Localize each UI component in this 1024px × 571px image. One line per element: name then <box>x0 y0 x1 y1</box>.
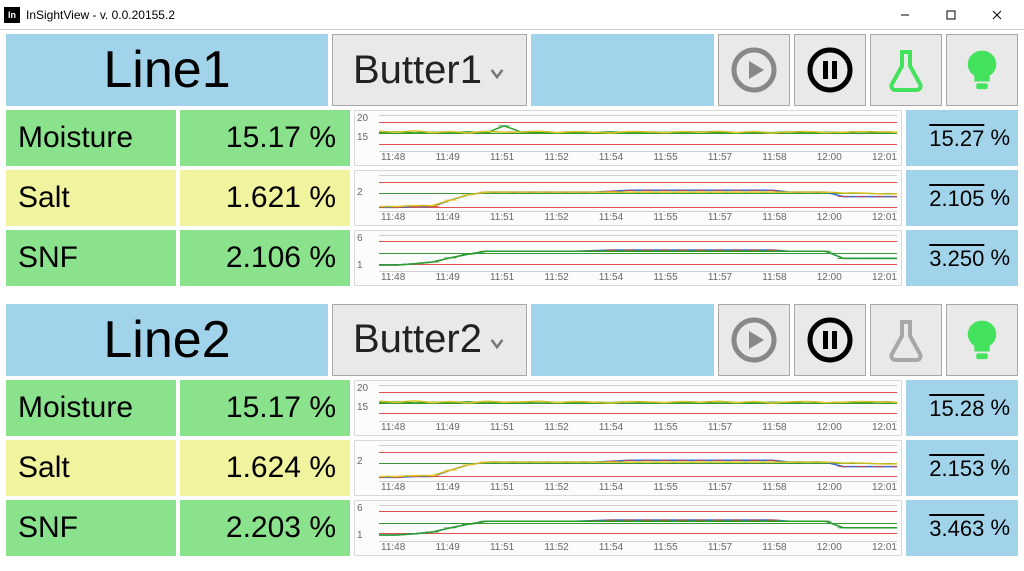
line1-snf-label: SNF <box>6 230 176 286</box>
line1-play-button[interactable] <box>718 34 790 106</box>
line2-salt-row: Salt 1.624 % 211:4811:4911:5111:5211:541… <box>6 440 1018 496</box>
line1-snf-value: 2.106 % <box>180 230 350 286</box>
line1-moisture-value: 15.17 % <box>180 110 350 166</box>
line1-hint-button[interactable] <box>946 34 1018 106</box>
line1-moisture-row: Moisture 15.17 % 201511:4811:4911:5111:5… <box>6 110 1018 166</box>
window-minimize-button[interactable] <box>882 0 928 30</box>
line2-snf-label: SNF <box>6 500 176 556</box>
line1-salt-chart: 211:4811:4911:5111:5211:5411:5511:5711:5… <box>354 170 902 226</box>
line2-section: Line2 Butter2 Moisture 15.17 % <box>6 304 1018 570</box>
line2-hint-button[interactable] <box>946 304 1018 376</box>
line1-moisture-label: Moisture <box>6 110 176 166</box>
line2-salt-chart: 211:4811:4911:5111:5211:5411:5511:5711:5… <box>354 440 902 496</box>
line2-snf-value: 2.203 % <box>180 500 350 556</box>
app-icon: In <box>4 7 20 23</box>
line2-salt-label: Salt <box>6 440 176 496</box>
line2-moisture-value: 15.17 % <box>180 380 350 436</box>
line1-snf-chart: 6111:4811:4911:5111:5211:5411:5511:5711:… <box>354 230 902 286</box>
line2-moisture-avg: 15.28 % <box>906 380 1018 436</box>
line1-recipe-value: Butter1 <box>353 48 482 93</box>
window-maximize-button[interactable] <box>928 0 974 30</box>
line1-recipe-select[interactable]: Butter1 <box>332 34 527 106</box>
line2-snf-avg: 3.463 % <box>906 500 1018 556</box>
line1-section: Line1 Butter1 Moisture 15.17 % <box>6 34 1018 300</box>
window-close-button[interactable] <box>974 0 1020 30</box>
line2-salt-avg: 2.153 % <box>906 440 1018 496</box>
window-title: InSightView - v. 0.0.20155.2 <box>26 8 175 22</box>
line2-salt-value: 1.624 % <box>180 440 350 496</box>
chevron-down-icon <box>488 317 506 362</box>
line1-title: Line1 <box>6 34 328 106</box>
line2-recipe-value: Butter2 <box>353 317 482 362</box>
line2-recipe-select[interactable]: Butter2 <box>332 304 527 376</box>
line1-pause-button[interactable] <box>794 34 866 106</box>
line2-play-button[interactable] <box>718 304 790 376</box>
chevron-down-icon <box>488 48 506 93</box>
line2-snf-row: SNF 2.203 % 6111:4811:4911:5111:5211:541… <box>6 500 1018 556</box>
line2-sample-button[interactable] <box>870 304 942 376</box>
line1-salt-avg: 2.105 % <box>906 170 1018 226</box>
line1-salt-value: 1.621 % <box>180 170 350 226</box>
line1-sample-button[interactable] <box>870 34 942 106</box>
titlebar: In InSightView - v. 0.0.20155.2 <box>0 0 1024 30</box>
line1-snf-row: SNF 2.106 % 6111:4811:4911:5111:5211:541… <box>6 230 1018 286</box>
line2-moisture-label: Moisture <box>6 380 176 436</box>
line2-title: Line2 <box>6 304 328 376</box>
line1-moisture-avg: 15.27 % <box>906 110 1018 166</box>
line2-moisture-chart: 201511:4811:4911:5111:5211:5411:5511:571… <box>354 380 902 436</box>
line1-moisture-chart: 201511:4811:4911:5111:5211:5411:5511:571… <box>354 110 902 166</box>
line1-salt-row: Salt 1.621 % 211:4811:4911:5111:5211:541… <box>6 170 1018 226</box>
line2-snf-chart: 6111:4811:4911:5111:5211:5411:5511:5711:… <box>354 500 902 556</box>
main-canvas: Line1 Butter1 Moisture 15.17 % <box>0 30 1024 571</box>
line1-snf-avg: 3.250 % <box>906 230 1018 286</box>
line1-salt-label: Salt <box>6 170 176 226</box>
line2-moisture-row: Moisture 15.17 % 201511:4811:4911:5111:5… <box>6 380 1018 436</box>
line2-pause-button[interactable] <box>794 304 866 376</box>
